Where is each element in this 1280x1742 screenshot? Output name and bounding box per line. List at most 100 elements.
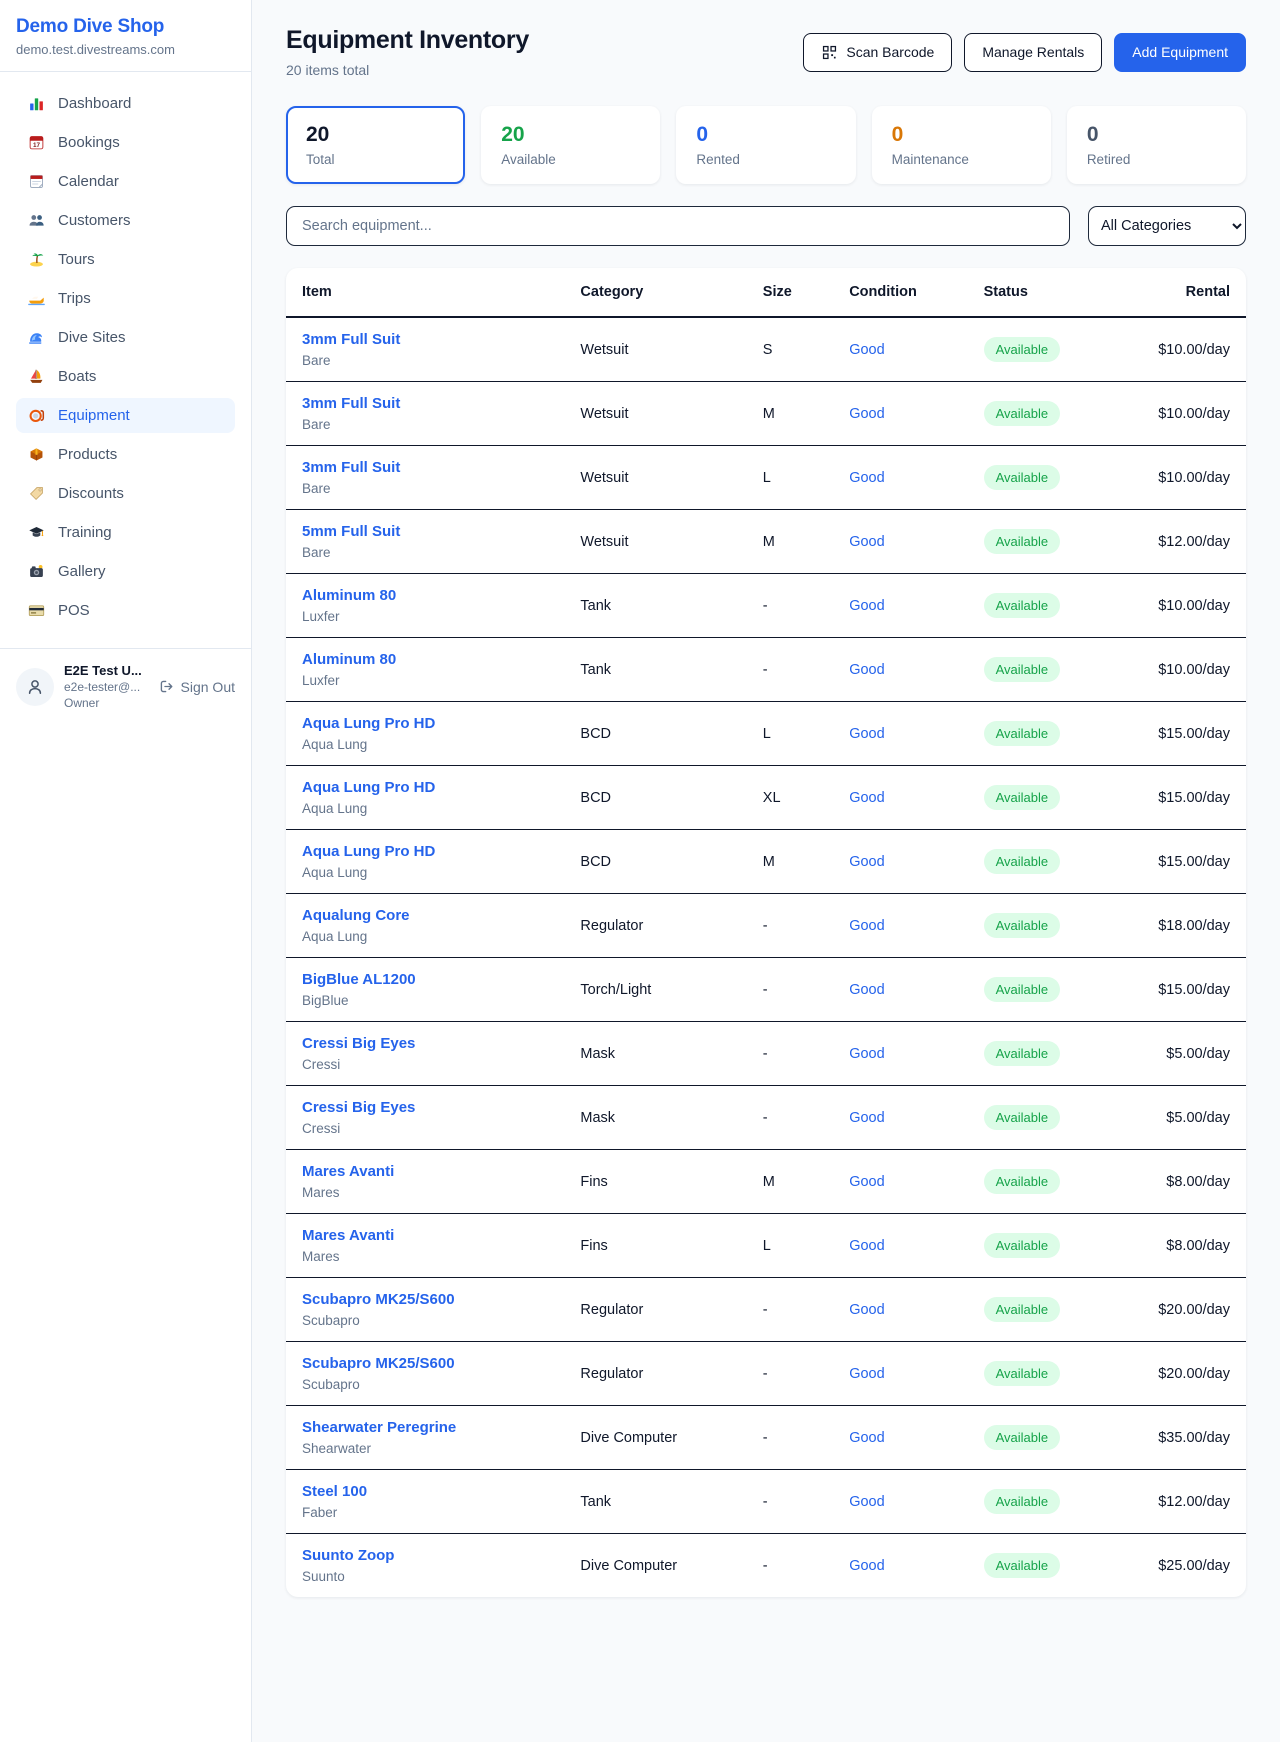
sidebar-item-products[interactable]: Products: [16, 437, 235, 472]
item-cell: Cressi Big Eyes Cressi: [286, 1022, 564, 1086]
category-select[interactable]: All Categories: [1088, 206, 1246, 246]
rental-price: $8.00/day: [1131, 1214, 1246, 1278]
item-link[interactable]: 3mm Full Suit: [302, 331, 548, 348]
size-cell: M: [747, 382, 833, 446]
condition-link[interactable]: Good: [849, 406, 884, 422]
condition-link[interactable]: Good: [849, 918, 884, 934]
stat-card-maintenance[interactable]: 0Maintenance: [872, 106, 1051, 184]
condition-link[interactable]: Good: [849, 1558, 884, 1574]
sidebar-item-equipment[interactable]: Equipment: [16, 398, 235, 433]
item-brand: Cressi: [302, 1121, 548, 1136]
table-body: 3mm Full Suit Bare Wetsuit S Good Availa…: [286, 317, 1246, 1597]
condition-link[interactable]: Good: [849, 726, 884, 742]
condition-link[interactable]: Good: [849, 662, 884, 678]
item-link[interactable]: Cressi Big Eyes: [302, 1035, 548, 1052]
stat-card-rented[interactable]: 0Rented: [676, 106, 855, 184]
status-badge: Available: [984, 1233, 1061, 1258]
sidebar-item-gallery[interactable]: Gallery: [16, 554, 235, 589]
sidebar-nav: Dashboard 17Bookings Calendar Customers Tour…: [0, 72, 251, 642]
user-role: Owner: [64, 696, 148, 710]
condition-link[interactable]: Good: [849, 1238, 884, 1254]
sidebar-item-label: Calendar: [58, 173, 119, 190]
condition-link[interactable]: Good: [849, 982, 884, 998]
button-label: Add Equipment: [1132, 44, 1228, 60]
sign-out-button[interactable]: Sign Out: [158, 678, 235, 695]
add-equipment-button[interactable]: Add Equipment: [1114, 33, 1246, 72]
scan-barcode-button[interactable]: Scan Barcode: [803, 33, 952, 72]
item-link[interactable]: Scubapro MK25/S600: [302, 1291, 548, 1308]
item-link[interactable]: Mares Avanti: [302, 1227, 548, 1244]
stat-card-retired[interactable]: 0Retired: [1067, 106, 1246, 184]
customers-icon: [28, 212, 45, 229]
status-cell: Available: [968, 702, 1131, 766]
category-cell: Regulator: [564, 1342, 746, 1406]
sidebar-item-training[interactable]: Training: [16, 515, 235, 550]
stat-card-total[interactable]: 20Total: [286, 106, 465, 184]
stat-label: Retired: [1087, 152, 1226, 167]
sidebar-item-trips[interactable]: Trips: [16, 281, 235, 316]
item-link[interactable]: 3mm Full Suit: [302, 459, 548, 476]
sidebar-item-discounts[interactable]: Discounts: [16, 476, 235, 511]
person-icon: [25, 677, 45, 697]
button-label: Manage Rentals: [982, 44, 1084, 60]
filters-row: All Categories: [286, 206, 1246, 246]
condition-link[interactable]: Good: [849, 1174, 884, 1190]
item-link[interactable]: BigBlue AL1200: [302, 971, 548, 988]
category-cell: Wetsuit: [564, 446, 746, 510]
item-link[interactable]: Scubapro MK25/S600: [302, 1355, 548, 1372]
item-link[interactable]: Shearwater Peregrine: [302, 1419, 548, 1436]
sidebar-item-pos[interactable]: POS: [16, 593, 235, 628]
condition-cell: Good: [833, 1278, 967, 1342]
sidebar-item-label: Dashboard: [58, 95, 131, 112]
bookings-calendar-icon: 17: [28, 134, 45, 151]
stat-card-available[interactable]: 20Available: [481, 106, 660, 184]
stat-value: 20: [501, 123, 640, 147]
condition-link[interactable]: Good: [849, 1046, 884, 1062]
item-cell: 5mm Full Suit Bare: [286, 510, 564, 574]
sidebar-item-customers[interactable]: Customers: [16, 203, 235, 238]
item-link[interactable]: Aqua Lung Pro HD: [302, 715, 548, 732]
item-link[interactable]: Aluminum 80: [302, 587, 548, 604]
condition-link[interactable]: Good: [849, 1430, 884, 1446]
rental-price: $10.00/day: [1131, 382, 1246, 446]
category-cell: Tank: [564, 574, 746, 638]
condition-link[interactable]: Good: [849, 1110, 884, 1126]
item-link[interactable]: Aluminum 80: [302, 651, 548, 668]
item-link[interactable]: Aqualung Core: [302, 907, 548, 924]
sidebar-item-dashboard[interactable]: Dashboard: [16, 86, 235, 121]
condition-link[interactable]: Good: [849, 790, 884, 806]
sidebar-item-calendar[interactable]: Calendar: [16, 164, 235, 199]
condition-link[interactable]: Good: [849, 1302, 884, 1318]
item-link[interactable]: Aqua Lung Pro HD: [302, 779, 548, 796]
item-cell: 3mm Full Suit Bare: [286, 382, 564, 446]
item-link[interactable]: 3mm Full Suit: [302, 395, 548, 412]
item-link[interactable]: Steel 100: [302, 1483, 548, 1500]
condition-link[interactable]: Good: [849, 598, 884, 614]
category-cell: Torch/Light: [564, 958, 746, 1022]
category-cell: Tank: [564, 1470, 746, 1534]
button-label: Scan Barcode: [846, 44, 934, 60]
condition-link[interactable]: Good: [849, 470, 884, 486]
sidebar-item-boats[interactable]: Boats: [16, 359, 235, 394]
user-box: E2E Test U... e2e-tester@... Owner Sign …: [0, 648, 251, 724]
manage-rentals-button[interactable]: Manage Rentals: [964, 33, 1102, 72]
item-link[interactable]: Suunto Zoop: [302, 1547, 548, 1564]
condition-link[interactable]: Good: [849, 854, 884, 870]
svg-text:17: 17: [33, 142, 41, 149]
condition-link[interactable]: Good: [849, 534, 884, 550]
condition-link[interactable]: Good: [849, 1494, 884, 1510]
column-header-status: Status: [968, 268, 1131, 317]
item-link[interactable]: Mares Avanti: [302, 1163, 548, 1180]
condition-link[interactable]: Good: [849, 342, 884, 358]
item-link[interactable]: Aqua Lung Pro HD: [302, 843, 548, 860]
condition-link[interactable]: Good: [849, 1366, 884, 1382]
sidebar-item-bookings[interactable]: 17Bookings: [16, 125, 235, 160]
item-link[interactable]: 5mm Full Suit: [302, 523, 548, 540]
item-link[interactable]: Cressi Big Eyes: [302, 1099, 548, 1116]
status-cell: Available: [968, 510, 1131, 574]
sidebar-item-label: Gallery: [58, 563, 106, 580]
sidebar-item-dive-sites[interactable]: Dive Sites: [16, 320, 235, 355]
category-cell: BCD: [564, 830, 746, 894]
sidebar-item-tours[interactable]: Tours: [16, 242, 235, 277]
search-input[interactable]: [286, 206, 1070, 246]
